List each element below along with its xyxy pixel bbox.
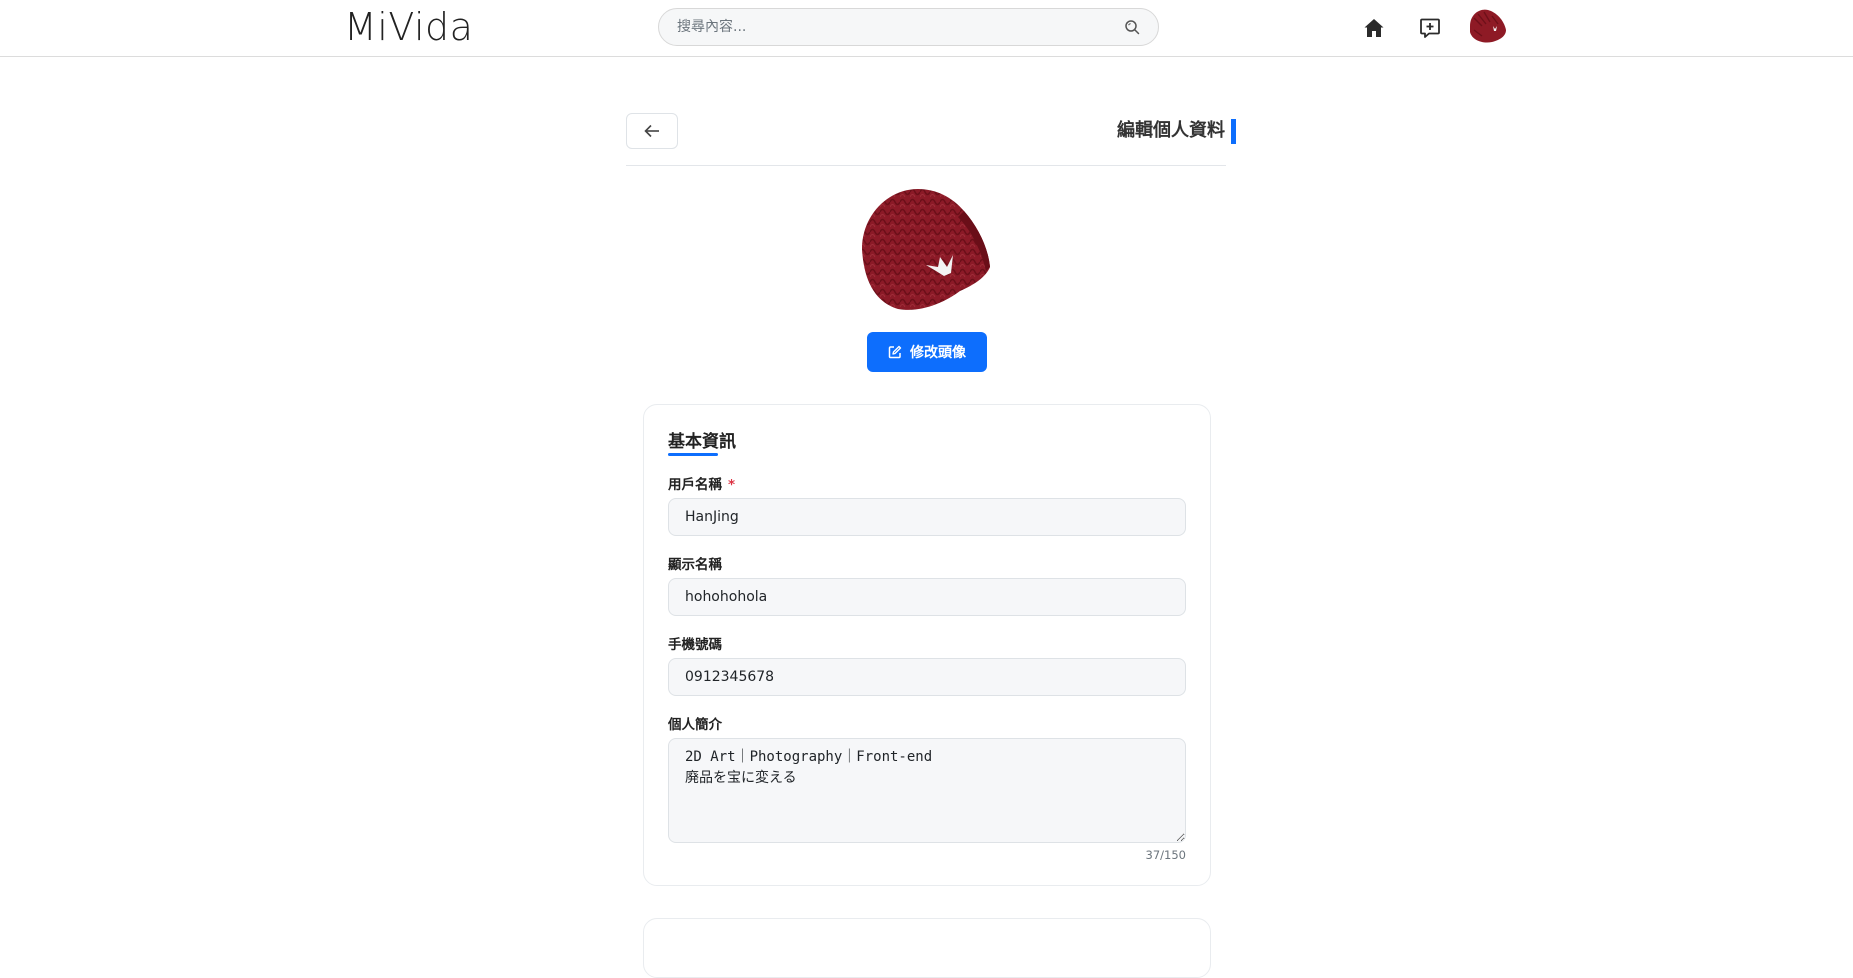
page-title: 編輯個人資料 xyxy=(1117,120,1225,141)
display-name-label: 顯示名稱 xyxy=(668,557,722,573)
back-button[interactable] xyxy=(626,113,678,149)
phone-label: 手機號碼 xyxy=(668,637,722,653)
section-underline xyxy=(668,453,718,456)
section-title: 基本資訊 xyxy=(668,432,736,452)
next-section-card xyxy=(643,918,1211,978)
header-divider xyxy=(626,165,1226,166)
change-avatar-button[interactable]: 修改頭像 xyxy=(867,332,987,372)
bio-textarea[interactable]: 2D Art｜Photography｜Front-end 廃品を宝に変える xyxy=(668,738,1186,843)
arrow-left-icon xyxy=(644,124,659,138)
bio-label: 個人簡介 xyxy=(668,717,722,733)
display-name-input[interactable] xyxy=(668,578,1186,616)
change-avatar-label: 修改頭像 xyxy=(910,345,966,361)
title-accent-bar xyxy=(1231,119,1236,144)
username-label: 用戶名稱 * xyxy=(668,473,735,493)
bio-char-count: 37/150 xyxy=(1145,848,1186,862)
username-input[interactable] xyxy=(668,498,1186,536)
top-navbar: MiVida xyxy=(0,0,1853,57)
user-avatar[interactable] xyxy=(1466,6,1508,48)
search-bar xyxy=(658,8,1159,46)
home-icon[interactable] xyxy=(1362,16,1386,40)
profile-avatar xyxy=(860,187,992,319)
username-label-text: 用戶名稱 xyxy=(668,477,722,493)
basic-info-card: 基本資訊 用戶名稱 * 顯示名稱 手機號碼 個人簡介 2D Art｜Photogr… xyxy=(643,404,1211,886)
search-icon[interactable] xyxy=(1124,19,1140,35)
search-input[interactable] xyxy=(675,9,1105,45)
phone-input[interactable] xyxy=(668,658,1186,696)
new-post-icon[interactable] xyxy=(1418,16,1442,40)
edit-icon xyxy=(888,345,902,359)
required-mark: * xyxy=(728,477,736,493)
brand-logo[interactable]: MiVida xyxy=(344,2,473,52)
